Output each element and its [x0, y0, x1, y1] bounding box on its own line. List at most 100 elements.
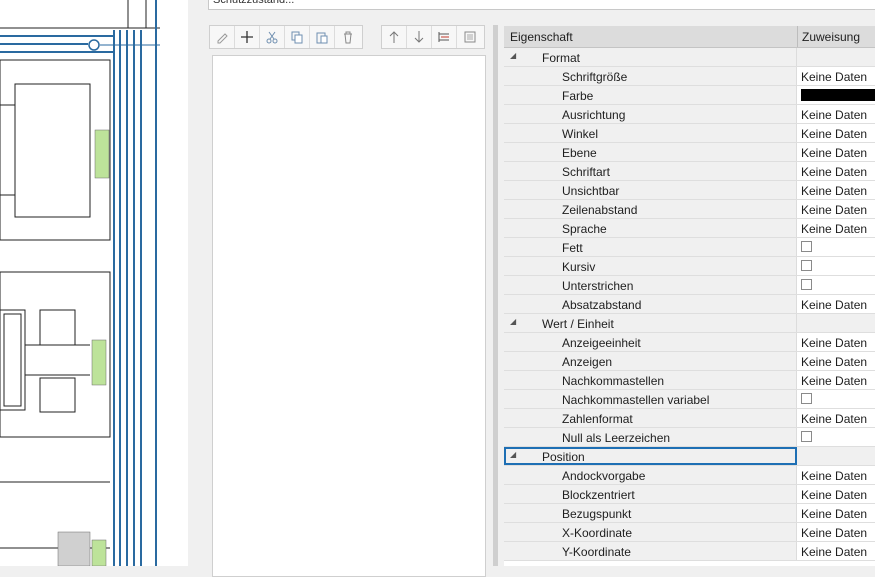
property-name: Blockzentriert	[562, 488, 635, 502]
category-label: Wert / Einheit	[542, 317, 614, 331]
paste-icon[interactable]	[310, 26, 335, 48]
property-row[interactable]: Nachkommastellen variabel	[504, 390, 875, 409]
property-row[interactable]: Absatzabstand Keine Daten	[504, 295, 875, 314]
category-row[interactable]: ◢ Wert / Einheit	[504, 314, 875, 333]
property-value[interactable]: Keine Daten	[801, 165, 867, 179]
property-value[interactable]: Keine Daten	[801, 222, 867, 236]
copy-icon[interactable]	[285, 26, 310, 48]
property-row[interactable]: Ebene Keine Daten	[504, 143, 875, 162]
property-row[interactable]: Anzeigeeinheit Keine Daten	[504, 333, 875, 352]
property-row[interactable]: Andockvorgabe Keine Daten	[504, 466, 875, 485]
color-swatch[interactable]	[801, 89, 875, 101]
item-list[interactable]	[212, 55, 486, 577]
property-name: Zahlenformat	[562, 412, 633, 426]
edit-tools-group	[209, 25, 363, 49]
property-name: Unterstrichen	[562, 279, 634, 293]
property-row[interactable]: Schriftgröße Keine Daten	[504, 67, 875, 86]
property-row[interactable]: Nachkommastellen Keine Daten	[504, 371, 875, 390]
property-row[interactable]: Unsichtbar Keine Daten	[504, 181, 875, 200]
checkbox[interactable]	[801, 431, 812, 442]
property-row[interactable]: Fett	[504, 238, 875, 257]
property-name: Zeilenabstand	[562, 203, 638, 217]
property-row[interactable]: Schriftart Keine Daten	[504, 162, 875, 181]
property-value[interactable]: Keine Daten	[801, 336, 867, 350]
property-row[interactable]: Bezugspunkt Keine Daten	[504, 504, 875, 523]
property-name: Anzeigen	[562, 355, 613, 369]
splitter[interactable]	[493, 25, 498, 566]
property-value[interactable]: Keine Daten	[801, 374, 867, 388]
property-value[interactable]: Keine Daten	[801, 488, 867, 502]
column-header-value[interactable]: Zuweisung	[802, 30, 860, 44]
property-row[interactable]: Null als Leerzeichen	[504, 428, 875, 447]
property-value[interactable]: Keine Daten	[801, 355, 867, 369]
property-name: Null als Leerzeichen	[562, 431, 671, 445]
property-name: Andockvorgabe	[562, 469, 646, 483]
property-name: Schriftgröße	[562, 70, 628, 84]
property-value[interactable]: Keine Daten	[801, 298, 867, 312]
column-separator	[796, 48, 797, 66]
category-row[interactable]: ◢ Format	[504, 48, 875, 67]
property-value[interactable]: Keine Daten	[801, 507, 867, 521]
column-divider[interactable]	[797, 26, 798, 47]
property-name: Nachkommastellen	[562, 374, 665, 388]
arrow-down-icon[interactable]	[407, 26, 432, 48]
property-value[interactable]: Keine Daten	[801, 108, 867, 122]
property-name: Ausrichtung	[562, 108, 626, 122]
property-row[interactable]: Kursiv	[504, 257, 875, 276]
property-name: X-Koordinate	[562, 526, 633, 540]
split-icon[interactable]	[432, 26, 457, 48]
property-name: Anzeigeeinheit	[562, 336, 641, 350]
property-grid: Eigenschaft Zuweisung ◢ Format Schriftgröß…	[504, 26, 875, 566]
property-value[interactable]: Keine Daten	[801, 526, 867, 540]
property-row[interactable]: Anzeigen Keine Daten	[504, 352, 875, 371]
property-row[interactable]: X-Koordinate Keine Daten	[504, 523, 875, 542]
column-header-property[interactable]: Eigenschaft	[510, 30, 573, 44]
delete-icon[interactable]	[335, 26, 360, 48]
checkbox[interactable]	[801, 241, 812, 252]
schematic-drawing	[0, 0, 160, 566]
property-row[interactable]: Y-Koordinate Keine Daten	[504, 542, 875, 561]
property-value[interactable]: Keine Daten	[801, 203, 867, 217]
property-name: Kursiv	[562, 260, 596, 274]
order-tools-group	[381, 25, 485, 49]
property-value[interactable]: Keine Daten	[801, 127, 867, 141]
property-row[interactable]: Sprache Keine Daten	[504, 219, 875, 238]
arrow-up-icon[interactable]	[382, 26, 407, 48]
property-row[interactable]: Farbe	[504, 86, 875, 105]
plus-icon[interactable]	[235, 26, 260, 48]
property-name: Absatzabstand	[562, 298, 642, 312]
property-value[interactable]: Keine Daten	[801, 412, 867, 426]
property-name: Fett	[562, 241, 583, 255]
scissors-icon[interactable]	[260, 26, 285, 48]
property-row[interactable]: Blockzentriert Keine Daten	[504, 485, 875, 504]
category-label: Format	[542, 51, 581, 65]
main-panel: Schutzzustand... Eigenschaft Zuweisung ◢…	[188, 0, 875, 577]
property-name: Farbe	[562, 89, 594, 103]
property-name: Y-Koordinate	[562, 545, 631, 559]
selection-outline	[504, 447, 797, 465]
property-value[interactable]: Keine Daten	[801, 184, 867, 198]
category-row[interactable]: ◢ Position	[504, 447, 875, 466]
property-value[interactable]: Keine Daten	[801, 469, 867, 483]
property-row[interactable]: Unterstrichen	[504, 276, 875, 295]
collapse-triangle-icon[interactable]: ◢	[510, 51, 516, 60]
checkbox[interactable]	[801, 279, 812, 290]
drawing-canvas[interactable]	[0, 0, 188, 566]
window-icon[interactable]	[457, 26, 482, 48]
property-row[interactable]: Ausrichtung Keine Daten	[504, 105, 875, 124]
property-name: Sprache	[562, 222, 607, 236]
property-name: Unsichtbar	[562, 184, 620, 198]
collapse-triangle-icon[interactable]: ◢	[510, 317, 516, 326]
header-field: Schutzzustand...	[208, 0, 875, 10]
pencil-icon[interactable]	[210, 26, 235, 48]
property-value[interactable]: Keine Daten	[801, 146, 867, 160]
grid-header: Eigenschaft Zuweisung	[504, 26, 875, 48]
property-name: Ebene	[562, 146, 597, 160]
property-row[interactable]: Zahlenformat Keine Daten	[504, 409, 875, 428]
checkbox[interactable]	[801, 260, 812, 271]
checkbox[interactable]	[801, 393, 812, 404]
property-value[interactable]: Keine Daten	[801, 545, 867, 559]
property-value[interactable]: Keine Daten	[801, 70, 867, 84]
property-row[interactable]: Zeilenabstand Keine Daten	[504, 200, 875, 219]
property-row[interactable]: Winkel Keine Daten	[504, 124, 875, 143]
